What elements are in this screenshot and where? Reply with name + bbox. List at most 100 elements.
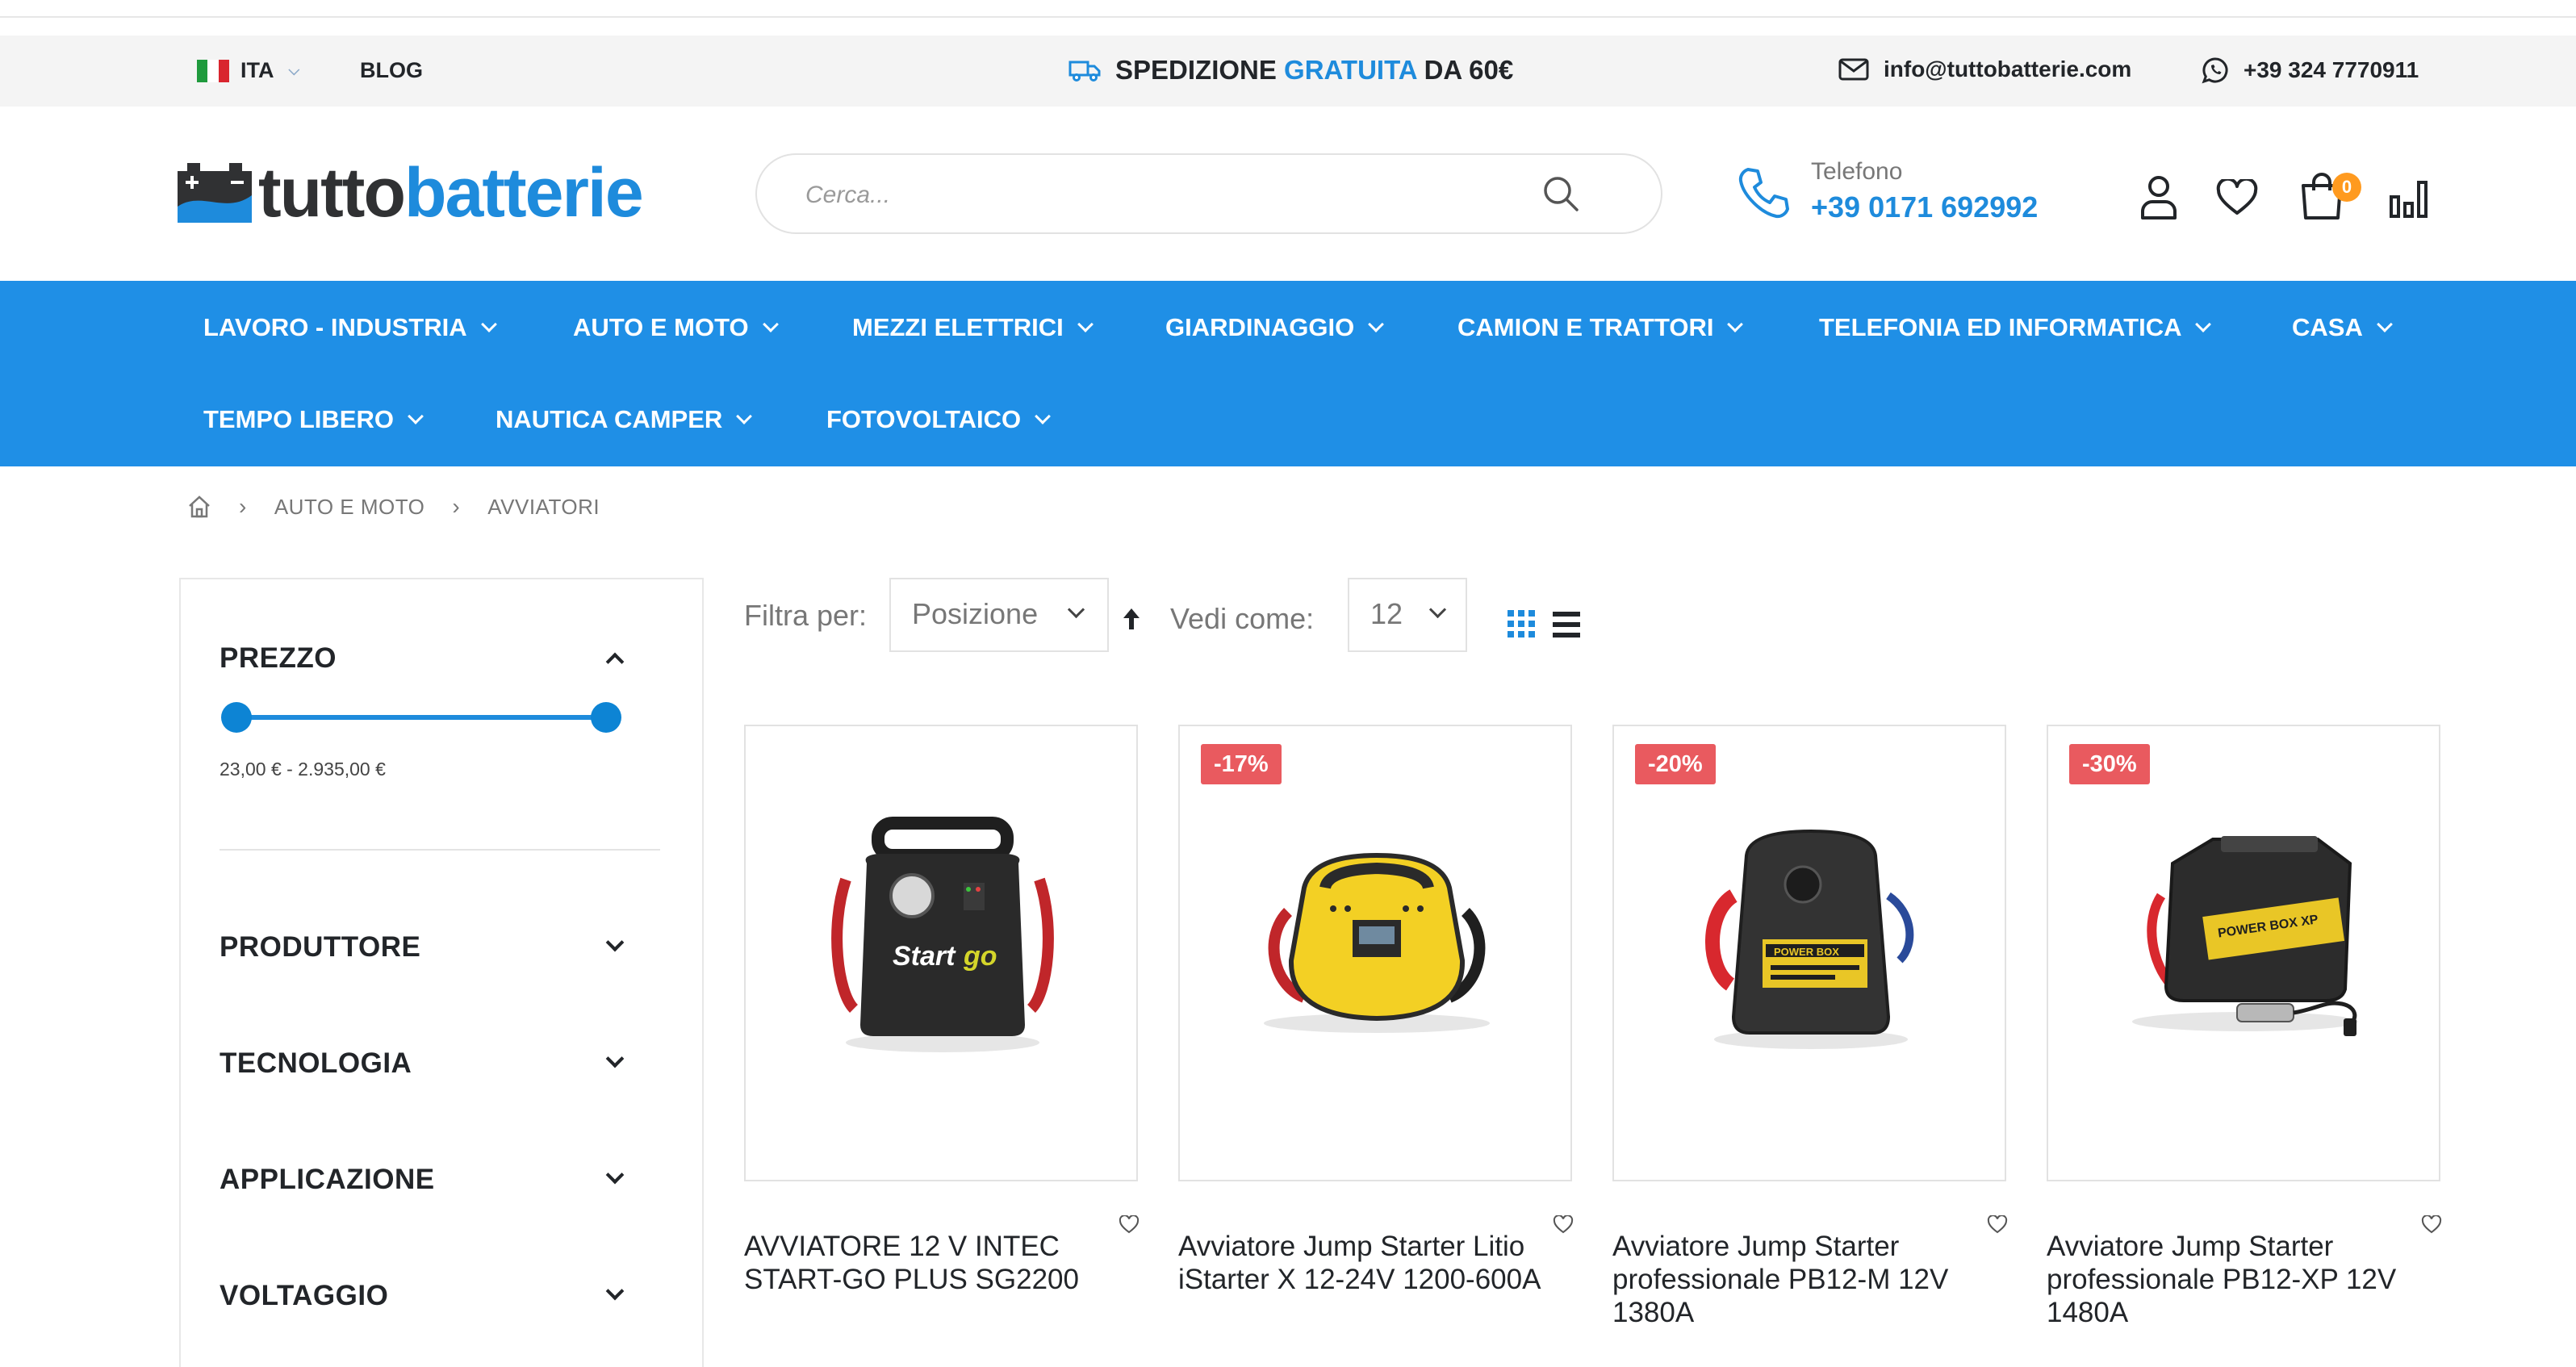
product-title-4[interactable]: Avviatore Jump Starter professionale PB1… [2047, 1230, 2426, 1329]
sort-value: Posizione [912, 597, 1039, 630]
discount-badge: -30% [2069, 744, 2150, 784]
chevron-down-icon [2376, 316, 2393, 332]
wishlist-heart-icon[interactable] [1119, 1215, 1140, 1235]
product-title-2[interactable]: Avviatore Jump Starter Litio iStarter X … [1178, 1230, 1558, 1296]
chevron-down-icon [736, 408, 753, 424]
home-icon[interactable] [187, 495, 211, 519]
nav-label: GIARDINAGGIO [1165, 313, 1355, 341]
search-icon[interactable] [1540, 173, 1582, 215]
chevron-down-icon [1368, 316, 1385, 332]
nav-label: CAMION E TRATTORI [1457, 313, 1714, 341]
chevron-down-icon [1428, 600, 1447, 619]
top-strip [0, 0, 2576, 18]
chevron-down-icon[interactable] [605, 1049, 625, 1068]
blog-link[interactable]: BLOG [360, 58, 423, 83]
nav-item-fotovoltaico[interactable]: FOTOVOLTAICO [826, 405, 1052, 434]
nav-label: FOTOVOLTAICO [826, 405, 1022, 433]
limit-select[interactable]: 12 [1348, 578, 1467, 652]
shipping-highlight: GRATUITA [1284, 55, 1417, 85]
shipping-suffix: DA 60€ [1424, 55, 1514, 85]
nav-item-casa[interactable]: CASA [2292, 313, 2393, 342]
breadcrumb: › AUTO E MOTO › AVVIATORI [187, 494, 600, 520]
whatsapp-link[interactable]: +39 324 7770911 [2202, 56, 2419, 84]
discount-badge: -20% [1635, 744, 1716, 784]
filter-sidebar: PREZZO 23,00 € - 2.935,00 € PRODUTTORE T… [179, 578, 704, 1367]
nav-label: MEZZI ELETTRICI [852, 313, 1064, 341]
product-image [1264, 852, 1490, 1033]
logo-text-part1: tutto [258, 154, 406, 232]
wishlist-heart-icon[interactable] [2216, 179, 2258, 216]
product-image: Start go [831, 817, 1054, 1052]
nav-item-giardinaggio[interactable]: GIARDINAGGIO [1165, 313, 1385, 342]
price-slider-max-handle[interactable] [591, 702, 621, 733]
nav-label: TELEFONIA ED INFORMATICA [1819, 313, 2182, 341]
price-range-text: 23,00 € - 2.935,00 € [220, 759, 386, 780]
svg-text:go: go [963, 941, 997, 972]
product-title-3[interactable]: Avviatore Jump Starter professionale PB1… [1612, 1230, 1992, 1329]
nav-item-nautica-camper[interactable]: NAUTICA CAMPER [496, 405, 753, 434]
email-text: info@tuttobatterie.com [1884, 56, 2132, 82]
italy-flag-icon [197, 59, 229, 82]
price-slider-track[interactable] [237, 715, 605, 720]
wishlist-heart-icon[interactable] [1987, 1215, 2008, 1235]
nav-item-mezzi-elettrici[interactable]: MEZZI ELETTRICI [852, 313, 1094, 342]
product-card-1[interactable]: Start go [744, 725, 1138, 1181]
sidebar-divider [220, 849, 660, 851]
compare-chart-icon[interactable] [2389, 179, 2429, 219]
nav-label: TEMPO LIBERO [203, 405, 394, 433]
site-logo[interactable]: tuttobatterie [178, 158, 644, 228]
chevron-down-icon: ⌵ [288, 62, 300, 78]
email-link[interactable]: info@tuttobatterie.com [1838, 56, 2131, 82]
wishlist-heart-icon[interactable] [1553, 1215, 1574, 1235]
user-account-icon[interactable] [2139, 174, 2179, 219]
grid-view-icon[interactable] [1508, 610, 1535, 638]
search-box [755, 153, 1662, 234]
chevron-down-icon [762, 316, 779, 332]
nav-item-auto-e-moto[interactable]: AUTO E MOTO [573, 313, 779, 342]
breadcrumb-separator: › [452, 494, 461, 519]
price-slider-min-handle[interactable] [221, 702, 252, 733]
truck-icon [1068, 61, 1101, 82]
nav-item-camion-e-trattori[interactable]: CAMION E TRATTORI [1457, 313, 1744, 342]
nav-item-telefonia-ed-informatica[interactable]: TELEFONIA ED INFORMATICA [1819, 313, 2212, 342]
wishlist-heart-icon[interactable] [2421, 1215, 2442, 1235]
filter-title-produttore[interactable]: PRODUTTORE [220, 931, 420, 964]
list-view-icon[interactable] [1553, 612, 1580, 638]
view-label: Vedi come: [1170, 602, 1315, 635]
chevron-down-icon [1067, 600, 1085, 619]
product-image: POWER BOX XP [2132, 836, 2358, 1036]
top-bar: ITA ⌵ BLOG SPEDIZIONE GRATUITA DA 60€ in… [0, 36, 2576, 107]
chevron-down-icon[interactable] [605, 1165, 625, 1185]
sort-direction-arrow-icon[interactable] [1122, 607, 1141, 631]
filter-title-applicazione[interactable]: APPLICAZIONE [220, 1164, 435, 1196]
filter-title-voltaggio[interactable]: VOLTAGGIO [220, 1280, 388, 1312]
whatsapp-number: +39 324 7770911 [2244, 57, 2419, 82]
nav-item-tempo-libero[interactable]: TEMPO LIBERO [203, 405, 424, 434]
sort-select[interactable]: Posizione [889, 578, 1109, 652]
phone-icon [1738, 168, 1789, 219]
chevron-down-icon [1035, 408, 1052, 424]
discount-badge: -17% [1201, 744, 1282, 784]
breadcrumb-auto-e-moto[interactable]: AUTO E MOTO [274, 495, 425, 520]
chevron-down-icon[interactable] [605, 933, 625, 952]
whatsapp-icon [2202, 57, 2228, 84]
search-input[interactable] [805, 176, 1532, 215]
product-card-4[interactable]: -30% POWER BOX XP [2047, 725, 2440, 1181]
product-card-2[interactable]: -17% [1178, 725, 1572, 1181]
product-title-1[interactable]: AVVIATORE 12 V INTEC START-GO PLUS SG220… [744, 1230, 1123, 1296]
envelope-icon [1838, 58, 1869, 81]
language-selector[interactable]: ITA ⌵ [197, 58, 299, 83]
nav-item-lavoro-industria[interactable]: LAVORO - INDUSTRIA [203, 313, 497, 342]
chevron-up-icon[interactable] [605, 652, 625, 671]
chevron-down-icon [2195, 316, 2212, 332]
product-card-3[interactable]: -20% POWER BOX [1612, 725, 2006, 1181]
language-label: ITA [240, 58, 274, 82]
limit-value: 12 [1370, 597, 1403, 630]
shipping-notice: SPEDIZIONE GRATUITA DA 60€ [1068, 55, 1513, 86]
chevron-down-icon [1727, 316, 1744, 332]
nav-label: AUTO E MOTO [573, 313, 749, 341]
filter-title-prezzo[interactable]: PREZZO [220, 642, 337, 675]
chevron-down-icon[interactable] [605, 1281, 625, 1301]
filter-title-tecnologia[interactable]: TECNOLOGIA [220, 1047, 412, 1080]
phone-label: Telefono [1811, 158, 1903, 185]
